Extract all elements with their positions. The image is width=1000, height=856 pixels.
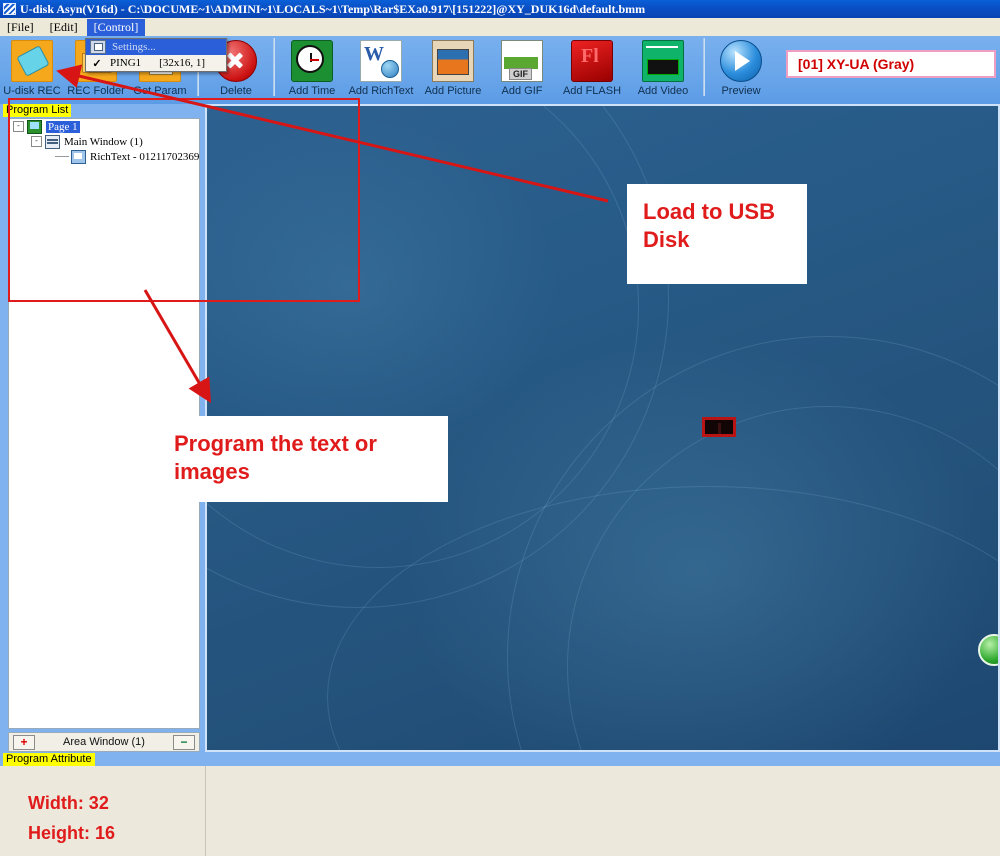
toolbar-button-u-disk-rec[interactable]: U-disk REC xyxy=(0,36,64,102)
menu-item-edit[interactable]: [Edit] xyxy=(43,19,85,36)
tree-connector xyxy=(55,156,69,157)
program-attribute-tab[interactable]: Program Attribute xyxy=(3,753,95,766)
monitor-icon xyxy=(27,119,42,134)
tree-node-label: Main Window (1) xyxy=(64,135,143,148)
menu-item-file[interactable]: [File] xyxy=(0,19,41,36)
window-title: U-disk Asyn(V16d) - C:\DOCUME~1\ADMINI~1… xyxy=(20,1,646,16)
picture-icon xyxy=(432,40,474,82)
tree-node-richtext[interactable]: RichText - 0121170236921. xyxy=(9,149,199,164)
toolbar-label: Get Param xyxy=(133,85,187,97)
menu-option-detail: [32x16, 1] xyxy=(159,57,205,69)
menu-option-label: Settings... xyxy=(112,41,156,53)
play-circle-icon xyxy=(720,40,762,82)
program-attribute-panel: Width: 32 Height: 16 xyxy=(0,766,1000,856)
window-title-bar: U-disk Asyn(V16d) - C:\DOCUME~1\ADMINI~1… xyxy=(0,0,1000,18)
bottom-strip xyxy=(0,752,1000,766)
toolbar-separator xyxy=(273,38,275,96)
toolbar-separator xyxy=(703,38,705,96)
area-window-label: Area Window (1) xyxy=(63,736,145,748)
callout-program-text: Program the text or images xyxy=(158,416,448,502)
toolbar-label: Preview xyxy=(721,85,761,97)
program-list-tab[interactable]: Program List xyxy=(3,104,72,117)
toolbar-button-add-picture[interactable]: Add Picture xyxy=(418,36,488,102)
area-window-bar: + Area Window (1) − xyxy=(8,732,200,752)
toolbar-button-add-flash[interactable]: Add FLASH xyxy=(556,36,628,102)
menu-option-label: PING1 xyxy=(110,57,142,69)
width-value: Width: 32 xyxy=(28,793,109,813)
dimension-readout: Width: 32 Height: 16 xyxy=(28,788,115,848)
toolbar-label: Add Picture xyxy=(424,85,482,97)
app-icon xyxy=(3,3,16,15)
clock-icon xyxy=(291,40,333,82)
add-area-button[interactable]: + xyxy=(13,734,35,750)
gif-icon xyxy=(501,40,543,82)
menu-option-ping1[interactable]: ✓ PING1 [32x16, 1] xyxy=(86,55,226,71)
tree-node-label: RichText - 0121170236921. xyxy=(90,150,200,163)
word-document-icon xyxy=(360,40,402,82)
control-dropdown-menu: Settings... ✓ PING1 [32x16, 1] xyxy=(85,38,227,72)
toolbar-label: REC Folder xyxy=(67,85,125,97)
device-select[interactable]: [01] XY-UA (Gray) xyxy=(786,50,996,78)
toolbar-label: Add Time xyxy=(288,85,336,97)
gear-icon xyxy=(90,40,106,54)
toolbar-button-add-video[interactable]: Add Video xyxy=(628,36,698,102)
toolbar-button-add-time[interactable]: Add Time xyxy=(280,36,344,102)
usb-drive-icon xyxy=(11,40,53,82)
toolbar-label: Add Video xyxy=(637,85,689,97)
toolbar-button-preview[interactable]: Preview xyxy=(710,36,772,102)
tree-node-page[interactable]: - Page 1 xyxy=(9,119,199,134)
toolbar-label: Add RichText xyxy=(348,85,414,97)
toolbar-label: Delete xyxy=(220,85,252,97)
expander-icon[interactable]: - xyxy=(13,121,24,132)
flash-icon xyxy=(571,40,613,82)
tree-node-label: Page 1 xyxy=(46,120,80,133)
richtext-icon xyxy=(71,149,86,164)
callout-load-to-usb: Load to USB Disk xyxy=(627,184,807,284)
window-icon xyxy=(45,134,60,149)
toolbar-label: Add FLASH xyxy=(562,85,622,97)
check-icon: ✓ xyxy=(92,57,102,70)
menu-item-control[interactable]: [Control] xyxy=(86,18,146,36)
menu-option-settings[interactable]: Settings... xyxy=(86,39,226,55)
height-value: Height: 16 xyxy=(28,823,116,843)
remove-area-button[interactable]: − xyxy=(172,734,195,750)
led-display-preview[interactable] xyxy=(702,417,736,437)
toolbar-button-add-gif[interactable]: Add GIF xyxy=(488,36,556,102)
menu-bar: [File] [Edit] [Control] xyxy=(0,18,1000,36)
toolbar-button-add-richtext[interactable]: Add RichText xyxy=(344,36,418,102)
video-icon xyxy=(642,40,684,82)
toolbar-label: Add GIF xyxy=(501,85,543,97)
expander-icon[interactable]: - xyxy=(31,136,42,147)
toolbar-label: U-disk REC xyxy=(3,85,61,97)
tree-node-main-window[interactable]: - Main Window (1) xyxy=(9,134,199,149)
